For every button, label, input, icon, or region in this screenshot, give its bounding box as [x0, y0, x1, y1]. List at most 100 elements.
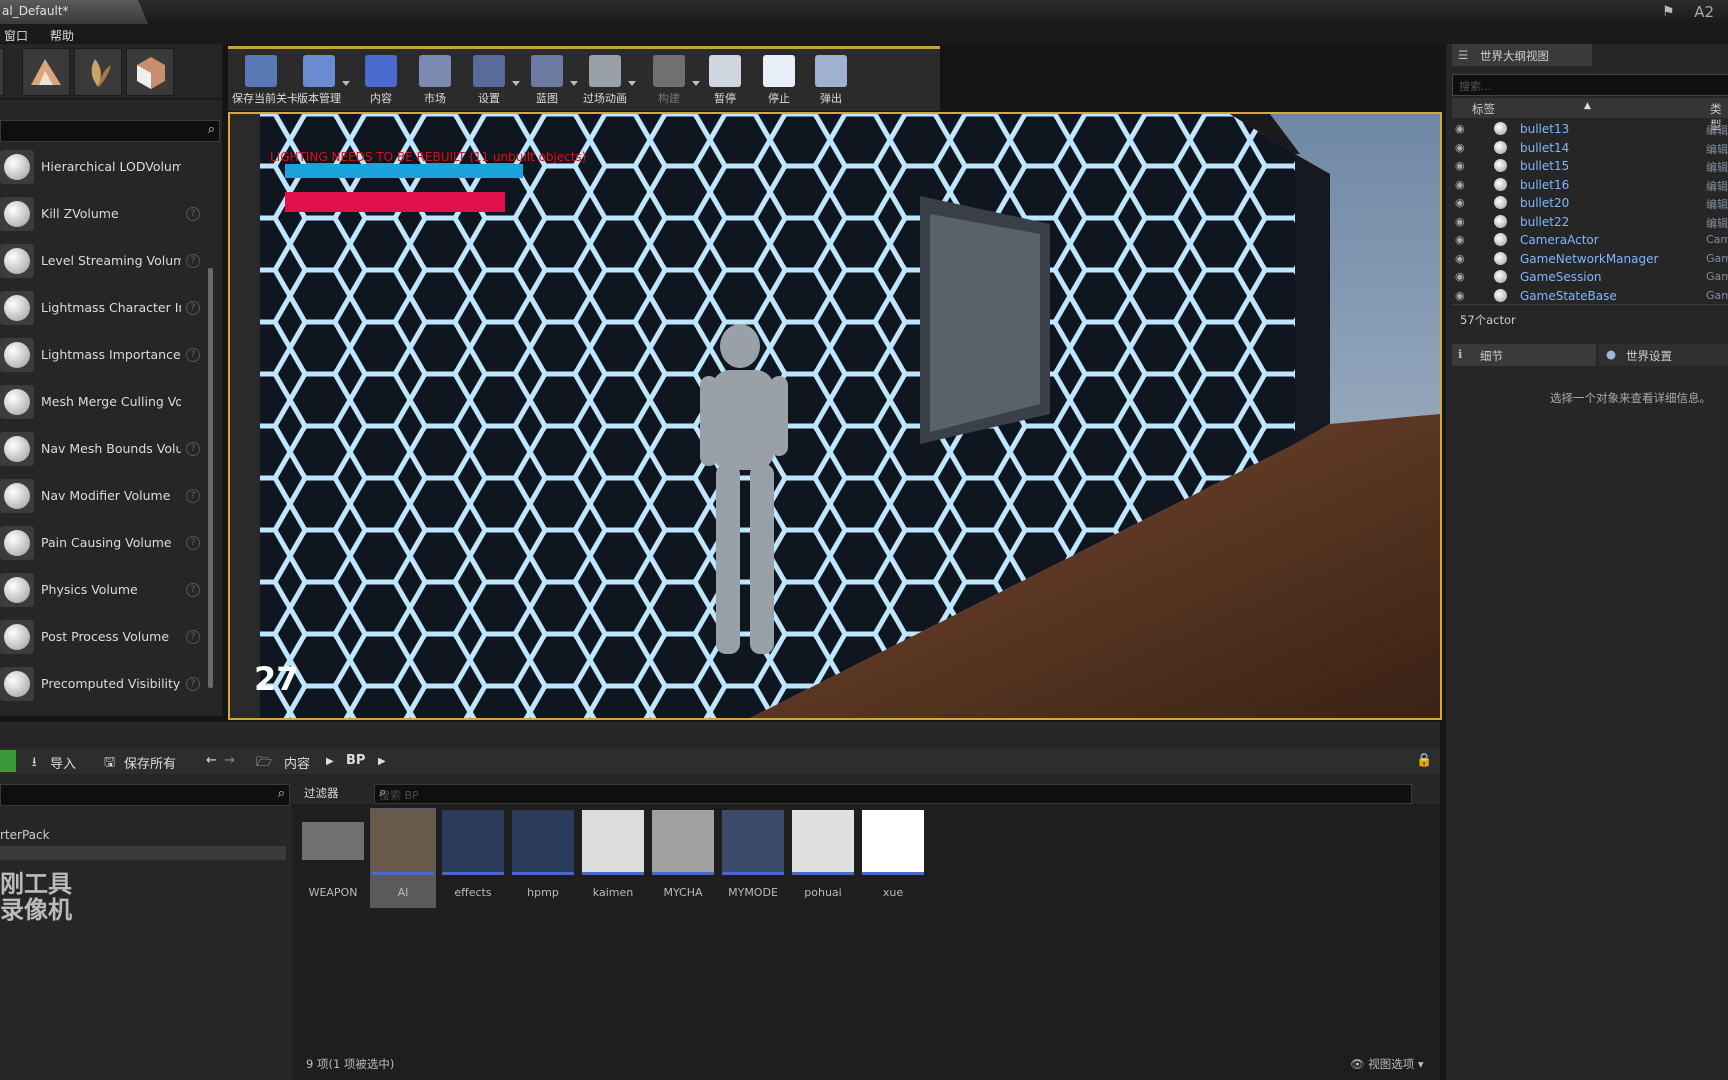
toolbar-button[interactable]: 版本管理: [290, 53, 350, 109]
chevron-right-icon[interactable]: ▶: [378, 756, 386, 767]
mode-place-button[interactable]: [0, 48, 4, 96]
help-icon[interactable]: ?: [186, 536, 200, 550]
outliner-row[interactable]: ◉ GameStateBase Gam: [1452, 287, 1728, 305]
toolbar-button[interactable]: 构建: [640, 53, 700, 109]
cinematics-icon: [589, 55, 621, 87]
toolbar-button[interactable]: 暂停: [696, 53, 754, 109]
volume-item[interactable]: Lightmass Character Inc?: [0, 285, 204, 331]
actor-name: CameraActor: [1520, 233, 1599, 247]
tab-details[interactable]: ℹ 细节: [1452, 344, 1596, 366]
volume-item[interactable]: Hierarchical LODVolume: [0, 144, 204, 190]
visibility-eye-icon[interactable]: ◉: [1455, 233, 1465, 246]
dropdown-arrow-icon[interactable]: [342, 81, 350, 86]
ammo-bar: [285, 192, 505, 212]
volume-item[interactable]: Post Process Volume?: [0, 614, 204, 660]
volume-item[interactable]: Physics Volume?: [0, 567, 204, 613]
actor-icon: [1494, 233, 1507, 246]
asset-tile[interactable]: xue: [860, 808, 926, 908]
folder-asset[interactable]: WEAPON: [300, 808, 366, 908]
toolbar-button[interactable]: 市场: [406, 53, 464, 109]
outliner-row[interactable]: ◉ bullet13 编辑: [1452, 120, 1728, 138]
forward-arrow-icon[interactable]: →: [224, 753, 235, 768]
help-icon[interactable]: ?: [186, 489, 200, 503]
mode-foliage-button[interactable]: [74, 48, 122, 96]
col-label-header[interactable]: 标签: [1472, 101, 1495, 117]
visibility-eye-icon[interactable]: ◉: [1455, 141, 1465, 154]
asset-search-input[interactable]: 搜索 BP ⌕: [374, 784, 1412, 804]
toolbar-button[interactable]: 内容: [352, 53, 410, 109]
mode-geometry-button[interactable]: [126, 48, 174, 96]
breadcrumb-content[interactable]: 内容: [284, 753, 310, 772]
visibility-eye-icon[interactable]: ◉: [1455, 122, 1465, 135]
menu-help[interactable]: 帮助: [50, 27, 74, 44]
help-icon[interactable]: ?: [186, 348, 200, 362]
add-new-button[interactable]: [0, 750, 16, 772]
volume-item[interactable]: Precomputed Visibility C?: [0, 661, 204, 707]
asset-tile[interactable]: MYMODE: [720, 808, 786, 908]
save-all-button[interactable]: 保存所有: [124, 753, 176, 772]
folder-search-input[interactable]: ⌕: [0, 784, 290, 806]
asset-tile[interactable]: pohuai: [790, 808, 856, 908]
outliner-row[interactable]: ◉ bullet22 编辑: [1452, 213, 1728, 231]
filter-button[interactable]: 过滤器: [304, 785, 339, 801]
asset-tile[interactable]: effects: [440, 808, 506, 908]
volume-item[interactable]: Nav Mesh Bounds Volun?: [0, 426, 204, 472]
outliner-row[interactable]: ◉ GameSession Gam: [1452, 268, 1728, 286]
volume-item[interactable]: Level Streaming Volume?: [0, 238, 204, 284]
outliner-row[interactable]: ◉ bullet15 编辑: [1452, 157, 1728, 175]
breadcrumb-bp[interactable]: BP: [346, 753, 365, 768]
volume-item[interactable]: Pain Causing Volume?: [0, 520, 204, 566]
place-search-input[interactable]: ⌕: [0, 120, 220, 142]
toolbar-button-label: 保存当前关卡: [232, 92, 298, 105]
outliner-row[interactable]: ◉ bullet14 编辑: [1452, 139, 1728, 157]
asset-tile[interactable]: kaimen: [580, 808, 646, 908]
level-tab[interactable]: al_Default*: [0, 0, 148, 24]
level-tab-label: al_Default*: [2, 4, 69, 18]
help-icon[interactable]: ?: [186, 207, 200, 221]
toolbar-button[interactable]: 保存当前关卡: [232, 53, 298, 109]
visibility-eye-icon[interactable]: ◉: [1455, 215, 1465, 228]
asset-tile[interactable]: AI: [370, 808, 436, 908]
tab-world-outliner[interactable]: ☰ 世界大纲视图: [1452, 44, 1592, 66]
toolbar-button[interactable]: 蓝图: [518, 53, 578, 109]
help-icon[interactable]: ?: [186, 301, 200, 315]
help-icon[interactable]: ?: [186, 677, 200, 691]
place-scrollbar[interactable]: [208, 268, 213, 688]
dropdown-arrow-icon[interactable]: [628, 81, 636, 86]
tab-world-settings[interactable]: ● 世界设置: [1598, 344, 1728, 366]
menu-window[interactable]: 窗口: [4, 27, 28, 44]
view-options-button[interactable]: 👁 视图选项 ▾: [1350, 1056, 1424, 1072]
toolbar-button[interactable]: 弹出: [802, 53, 860, 109]
asset-tile[interactable]: hpmp: [510, 808, 576, 908]
toolbar-button[interactable]: 设置: [460, 53, 520, 109]
visibility-eye-icon[interactable]: ◉: [1455, 252, 1465, 265]
outliner-row[interactable]: ◉ CameraActor Cam: [1452, 231, 1728, 249]
feedback-icon[interactable]: ⚑: [1662, 4, 1680, 20]
toolbar-button[interactable]: 过场动画: [576, 53, 636, 109]
volume-item[interactable]: Mesh Merge Culling Volume: [0, 379, 204, 425]
toolbar-button[interactable]: 停止: [750, 53, 808, 109]
outliner-search-input[interactable]: 搜索...: [1452, 74, 1728, 96]
volume-item[interactable]: Lightmass Importance V?: [0, 332, 204, 378]
outliner-row[interactable]: ◉ bullet16 编辑: [1452, 176, 1728, 194]
back-arrow-icon[interactable]: ←: [206, 753, 217, 768]
outliner-row[interactable]: ◉ bullet20 编辑: [1452, 194, 1728, 212]
visibility-eye-icon[interactable]: ◉: [1455, 196, 1465, 209]
visibility-eye-icon[interactable]: ◉: [1455, 289, 1465, 302]
volume-item[interactable]: Nav Modifier Volume?: [0, 473, 204, 519]
help-icon[interactable]: ?: [186, 442, 200, 456]
visibility-eye-icon[interactable]: ◉: [1455, 270, 1465, 283]
lock-icon[interactable]: 🔒: [1416, 753, 1432, 768]
help-icon[interactable]: ?: [186, 583, 200, 597]
asset-tile[interactable]: MYCHA: [650, 808, 716, 908]
help-icon[interactable]: ?: [186, 630, 200, 644]
folder-item[interactable]: rterPack: [0, 828, 50, 842]
help-icon[interactable]: ?: [186, 254, 200, 268]
visibility-eye-icon[interactable]: ◉: [1455, 159, 1465, 172]
visibility-eye-icon[interactable]: ◉: [1455, 178, 1465, 191]
level-viewport[interactable]: LIGHTING NEEDS TO BE REBUILT (11 unbuilt…: [228, 112, 1442, 720]
import-button[interactable]: 导入: [50, 753, 76, 772]
mode-landscape-button[interactable]: [22, 48, 70, 96]
volume-item[interactable]: Kill ZVolume?: [0, 191, 204, 237]
outliner-row[interactable]: ◉ GameNetworkManager Gam: [1452, 250, 1728, 268]
